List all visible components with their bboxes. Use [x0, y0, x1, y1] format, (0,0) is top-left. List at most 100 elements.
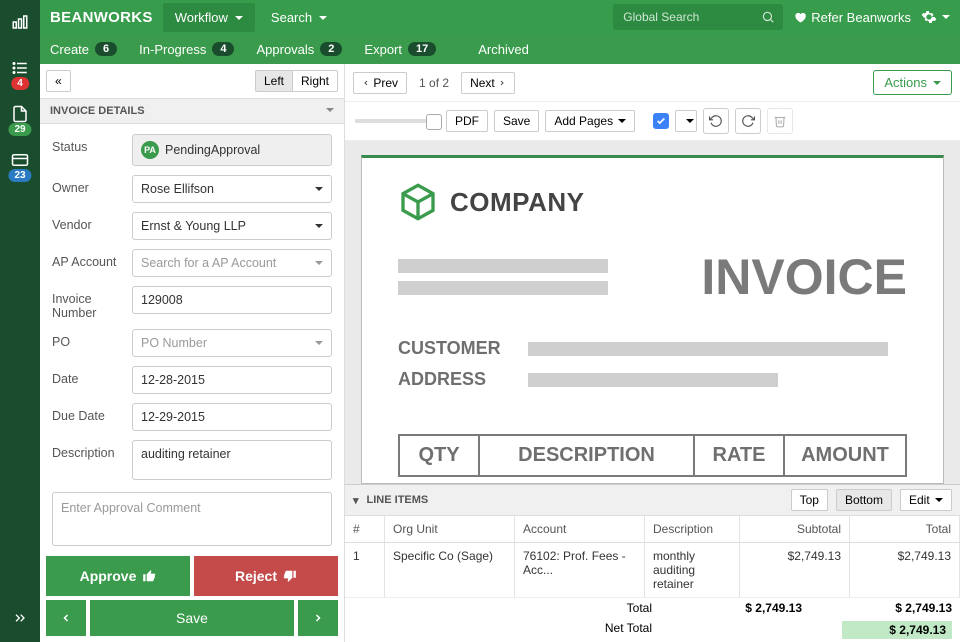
- pdf-button[interactable]: PDF: [446, 110, 488, 132]
- settings-menu[interactable]: [921, 8, 950, 26]
- col-acc: Account: [515, 516, 645, 542]
- caret-down-icon[interactable]: ▾: [353, 494, 359, 507]
- workflow-menu[interactable]: Workflow: [163, 3, 255, 32]
- col-tot: Total: [850, 516, 960, 542]
- actions-menu[interactable]: Actions: [873, 70, 952, 95]
- comment-input[interactable]: Enter Approval Comment: [52, 492, 332, 546]
- invoice-title: INVOICE: [701, 248, 907, 306]
- subnav-export[interactable]: Export17: [364, 42, 436, 57]
- page-next-button[interactable]: Next: [461, 72, 515, 94]
- page-prev-button[interactable]: Prev: [353, 72, 407, 94]
- refer-link[interactable]: Refer Beanworks: [793, 10, 911, 25]
- brand: BEANWORKS: [50, 9, 153, 26]
- status-label: Status: [52, 134, 124, 154]
- vendor-label: Vendor: [52, 212, 124, 232]
- subnav-create[interactable]: Create6: [50, 42, 117, 57]
- total-sub: $ 2,749.13: [692, 601, 802, 615]
- thumbs-down-icon: [283, 569, 297, 583]
- prev-record-button[interactable]: [46, 600, 86, 636]
- undo-icon: [709, 114, 723, 128]
- subnav-inprogress[interactable]: In-Progress4: [139, 42, 234, 57]
- add-pages-button[interactable]: Add Pages: [545, 110, 635, 132]
- total-label: Total: [627, 601, 652, 615]
- chevron-down-icon: [313, 182, 323, 196]
- reject-button[interactable]: Reject: [194, 556, 338, 596]
- chevron-down-icon: [313, 256, 323, 270]
- layout-left-button[interactable]: Left: [255, 70, 292, 92]
- thumbs-up-icon: [142, 569, 156, 583]
- col-amount: AMOUNT: [785, 436, 905, 475]
- subnav: Create6 In-Progress4 Approvals2 Export17…: [40, 34, 960, 64]
- col-desc: Description: [645, 516, 740, 542]
- status-value: PAPendingApproval: [132, 134, 332, 166]
- page-indicator: 1 of 2: [409, 76, 459, 90]
- date-label: Date: [52, 366, 124, 386]
- viewer-save-button[interactable]: Save: [494, 110, 539, 132]
- checkbox-menu[interactable]: [675, 110, 697, 132]
- viewer-panel: Prev 1 of 2 Next Actions PDF Save Add Pa…: [345, 64, 960, 642]
- company-name: COMPANY: [450, 187, 584, 218]
- col-sub: Subtotal: [740, 516, 850, 542]
- rail-card-badge: 23: [8, 169, 31, 182]
- checkbox-toggle[interactable]: [653, 113, 669, 129]
- delete-button[interactable]: [767, 108, 793, 134]
- left-rail: 4 29 23: [0, 0, 40, 642]
- desc-label: Description: [52, 440, 124, 460]
- subnav-archived[interactable]: Archived: [478, 42, 529, 57]
- redo-button[interactable]: [735, 108, 761, 134]
- due-input[interactable]: [132, 403, 332, 431]
- desc-input[interactable]: auditing retainer: [132, 440, 332, 480]
- li-bottom-button[interactable]: Bottom: [836, 489, 892, 511]
- rail-card[interactable]: 23: [6, 146, 34, 174]
- vendor-select[interactable]: Ernst & Young LLP: [132, 212, 332, 240]
- li-top-button[interactable]: Top: [791, 489, 828, 511]
- chevron-down-icon: [313, 336, 323, 350]
- po-select[interactable]: PO Number: [132, 329, 332, 357]
- invno-label: Invoice Number: [52, 286, 124, 320]
- next-record-button[interactable]: [298, 600, 338, 636]
- customer-label: CUSTOMER: [398, 338, 510, 359]
- line-items-title: LINE ITEMS: [367, 494, 429, 506]
- ap-label: AP Account: [52, 249, 124, 269]
- search-menu[interactable]: Search: [259, 3, 339, 32]
- heart-icon: [793, 10, 807, 24]
- rail-dashboard[interactable]: [6, 8, 34, 36]
- line-item-row[interactable]: 1 Specific Co (Sage) 76102: Prof. Fees -…: [345, 543, 960, 598]
- search-icon: [761, 10, 775, 24]
- rail-expand[interactable]: [6, 604, 34, 632]
- nettotal-label: Net Total: [605, 621, 652, 639]
- trash-icon: [773, 114, 787, 128]
- li-edit-button[interactable]: Edit: [900, 489, 952, 511]
- details-header: INVOICE DETAILS: [50, 105, 145, 117]
- rail-doc[interactable]: 29: [6, 100, 34, 128]
- col-org: Org Unit: [385, 516, 515, 542]
- owner-select[interactable]: Rose Ellifson: [132, 175, 332, 203]
- total-tot: $ 2,749.13: [842, 601, 952, 615]
- rail-list[interactable]: 4: [6, 54, 34, 82]
- redo-icon: [741, 114, 755, 128]
- owner-label: Owner: [52, 175, 124, 195]
- gear-icon: [921, 9, 937, 25]
- col-rate: RATE: [695, 436, 785, 475]
- invno-input[interactable]: [132, 286, 332, 314]
- col-description: DESCRIPTION: [480, 436, 695, 475]
- ap-select[interactable]: Search for a AP Account: [132, 249, 332, 277]
- save-button[interactable]: Save: [90, 600, 294, 636]
- due-label: Due Date: [52, 403, 124, 423]
- global-search-input[interactable]: [613, 4, 783, 30]
- col-qty: QTY: [400, 436, 480, 475]
- collapse-button[interactable]: «: [46, 70, 71, 92]
- zoom-slider[interactable]: [355, 116, 440, 126]
- details-collapse-icon[interactable]: [324, 105, 334, 117]
- col-n: #: [345, 516, 385, 542]
- undo-button[interactable]: [703, 108, 729, 134]
- chevron-left-icon: [60, 612, 72, 624]
- nettotal-tot: $ 2,749.13: [842, 621, 952, 639]
- rail-doc-badge: 29: [8, 123, 31, 136]
- date-input[interactable]: [132, 366, 332, 394]
- rail-list-badge: 4: [11, 77, 29, 90]
- line-items: ▾ LINE ITEMS Top Bottom Edit # Org Unit …: [345, 484, 960, 642]
- layout-right-button[interactable]: Right: [292, 70, 338, 92]
- approve-button[interactable]: Approve: [46, 556, 190, 596]
- subnav-approvals[interactable]: Approvals2: [256, 42, 342, 57]
